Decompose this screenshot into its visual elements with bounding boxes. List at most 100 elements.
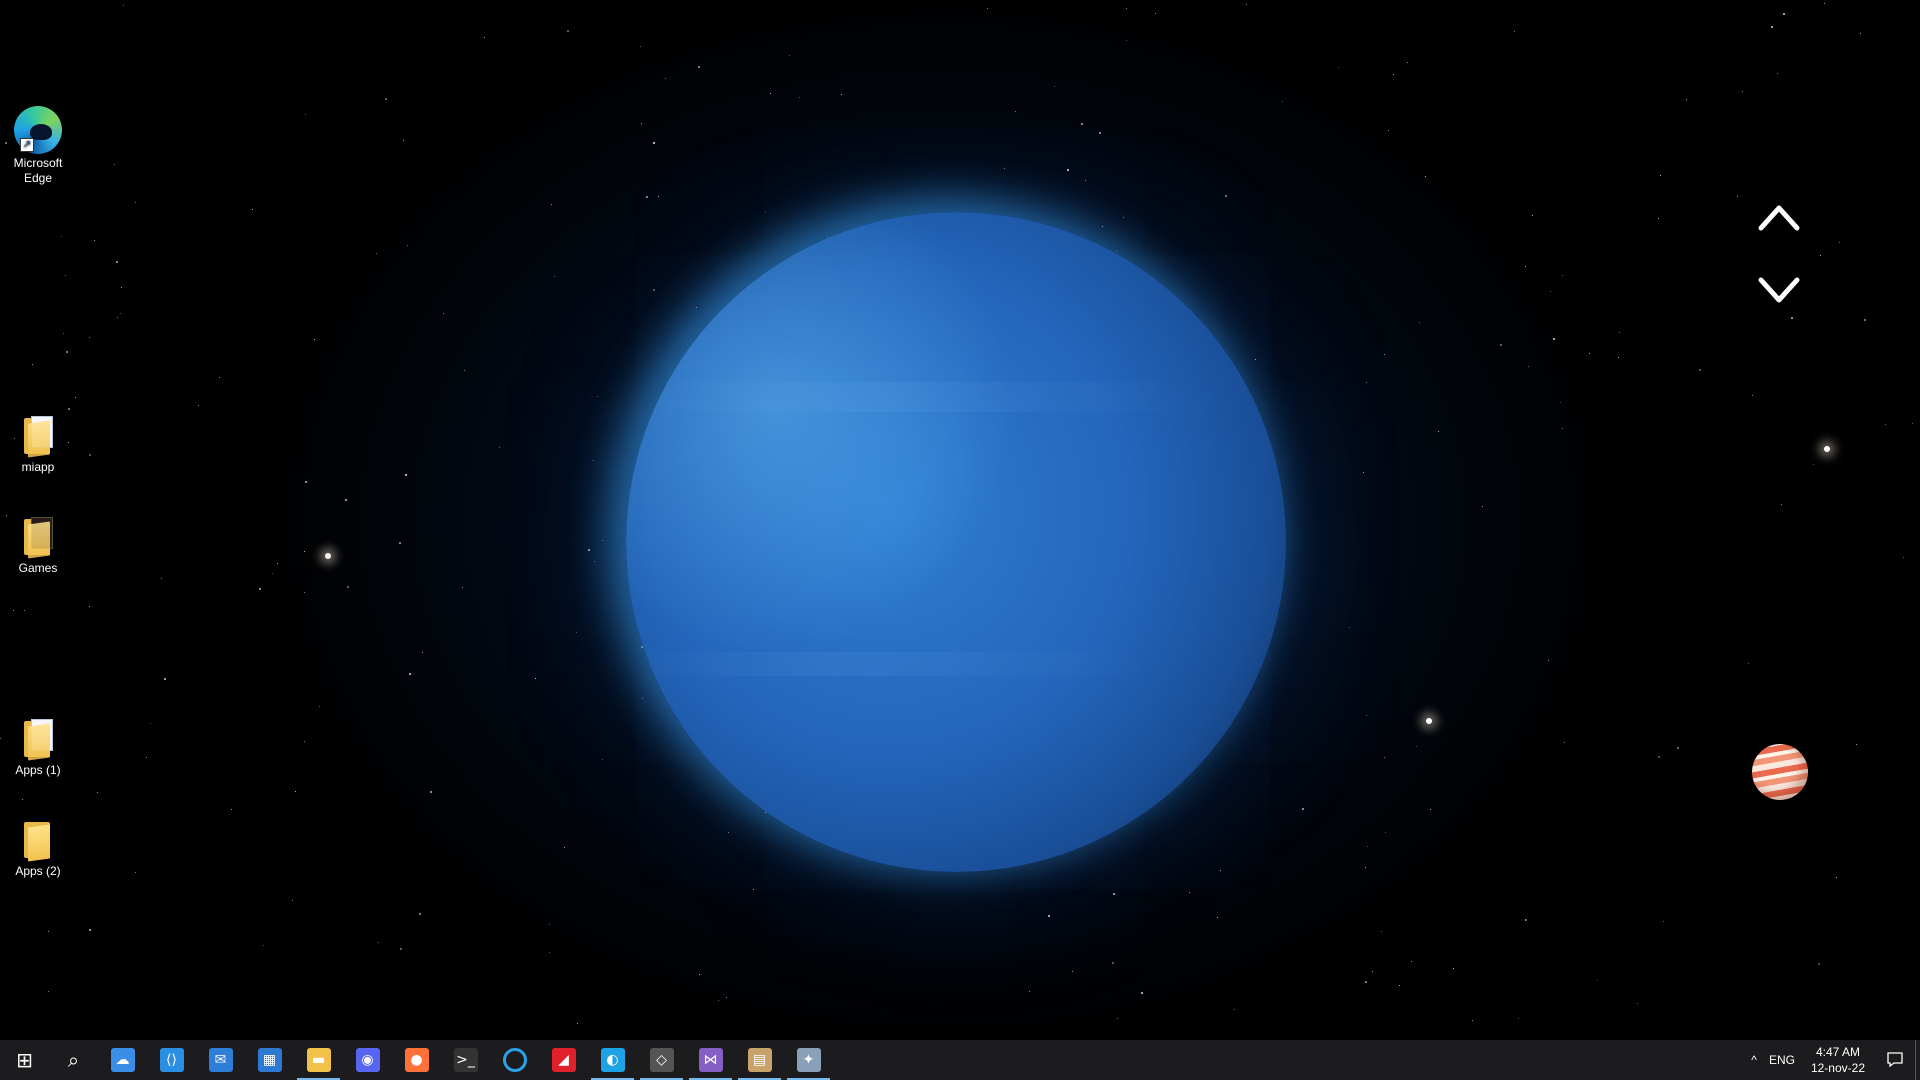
star (1072, 971, 1073, 972)
folder-icon (18, 515, 58, 559)
star (1411, 961, 1412, 962)
star (1518, 1018, 1519, 1019)
edge-icon: ↗ (14, 106, 62, 154)
star (1015, 111, 1016, 112)
star (640, 46, 641, 47)
scroll-down-button[interactable] (1755, 268, 1803, 316)
star (150, 723, 151, 724)
desktop-icon-apps-1[interactable]: Apps (1) (4, 717, 72, 778)
star (665, 78, 666, 79)
star (1141, 992, 1143, 994)
star (292, 900, 293, 901)
taskbar-amd-button[interactable]: ◢ (539, 1040, 588, 1080)
show-desktop-button[interactable] (1915, 1040, 1920, 1080)
cortana-icon (502, 1048, 527, 1072)
star (1126, 40, 1127, 41)
star (146, 757, 147, 758)
star (407, 245, 408, 246)
star (1363, 472, 1364, 473)
tray-overflow-chevron-icon[interactable]: ^ (1745, 1053, 1763, 1067)
star (594, 561, 595, 562)
star (1384, 354, 1385, 355)
desktop-icon-miapp[interactable]: miapp (4, 414, 72, 475)
taskbar-cortana-button[interactable] (490, 1040, 539, 1080)
taskbar-weather-button[interactable]: ☁ (98, 1040, 147, 1080)
clock[interactable]: 4:47 AM 12-nov-22 (1801, 1044, 1875, 1076)
taskbar-app-window-button[interactable]: ▤ (735, 1040, 784, 1080)
star (443, 313, 444, 314)
taskbar-firefox-button[interactable]: ● (392, 1040, 441, 1080)
star (602, 540, 603, 541)
shortcut-arrow-icon: ↗ (20, 138, 34, 152)
star (1771, 26, 1773, 28)
star (1553, 338, 1555, 340)
star (1102, 226, 1103, 227)
star (841, 94, 842, 95)
taskbar-apps: ⊞ ⌕ ☁ ⟨⟩ ✉ ▦ ▬ ◉ ● >_ ◢ ◐ ◇ ⋈ ▤ ✦ (0, 1040, 833, 1080)
star (1820, 255, 1821, 256)
action-center-button[interactable] (1875, 1040, 1915, 1080)
taskbar-visual-studio-button[interactable]: ⋈ (686, 1040, 735, 1080)
taskbar-unity-button[interactable]: ◇ (637, 1040, 686, 1080)
star (1562, 275, 1563, 276)
star (405, 474, 407, 476)
star (97, 792, 98, 793)
folder-icon (18, 414, 58, 458)
star (1836, 877, 1837, 878)
star (1560, 402, 1561, 403)
star (1029, 991, 1030, 992)
star (1482, 506, 1483, 507)
star (1903, 557, 1904, 558)
desktop-icon-apps-2[interactable]: Apps (2) (4, 818, 72, 879)
taskbar-file-explorer-button[interactable]: ▬ (294, 1040, 343, 1080)
star (799, 97, 800, 98)
jupiter-icon[interactable] (1752, 744, 1808, 800)
bright-star (1824, 446, 1830, 452)
star (1117, 1018, 1118, 1019)
desktop-icon-microsoft-edge[interactable]: ↗ Microsoft Edge (4, 106, 72, 186)
scroll-up-button[interactable] (1755, 192, 1803, 240)
star (1783, 13, 1785, 15)
star (577, 1023, 578, 1024)
star (272, 573, 273, 574)
taskbar-edge-button[interactable]: ◐ (588, 1040, 637, 1080)
star (698, 66, 700, 68)
star (422, 652, 423, 653)
star (219, 377, 220, 378)
star (1525, 266, 1526, 267)
star (295, 791, 296, 792)
star (551, 204, 552, 205)
taskbar-store-button[interactable]: ▦ (245, 1040, 294, 1080)
star (1562, 428, 1563, 429)
folder-icon: ▬ (306, 1048, 331, 1072)
language-indicator[interactable]: ENG (1763, 1053, 1801, 1067)
star (1885, 424, 1886, 425)
star (1365, 867, 1366, 868)
star (1004, 168, 1005, 169)
star (277, 563, 278, 564)
star (1864, 319, 1866, 321)
star (89, 929, 91, 931)
taskbar-space-app-button[interactable]: ✦ (784, 1040, 833, 1080)
taskbar-discord-button[interactable]: ◉ (343, 1040, 392, 1080)
star (564, 847, 565, 848)
star (653, 142, 655, 144)
star (602, 759, 603, 760)
taskbar-terminal-button[interactable]: >_ (441, 1040, 490, 1080)
desktop-icon-games[interactable]: Games (4, 515, 72, 576)
star (549, 924, 550, 925)
star (1385, 832, 1386, 833)
star (765, 212, 766, 213)
star (65, 275, 66, 276)
star (0, 738, 1, 739)
star (1255, 359, 1256, 360)
star (1791, 317, 1793, 319)
taskbar-vscode-button[interactable]: ⟨⟩ (147, 1040, 196, 1080)
taskbar-search-button[interactable]: ⌕ (49, 1040, 98, 1080)
star (1589, 353, 1590, 354)
star (789, 55, 790, 56)
star (1246, 4, 1247, 5)
taskbar-mail-button[interactable]: ✉ (196, 1040, 245, 1080)
taskbar-start-button[interactable]: ⊞ (0, 1040, 49, 1080)
star (987, 8, 988, 9)
